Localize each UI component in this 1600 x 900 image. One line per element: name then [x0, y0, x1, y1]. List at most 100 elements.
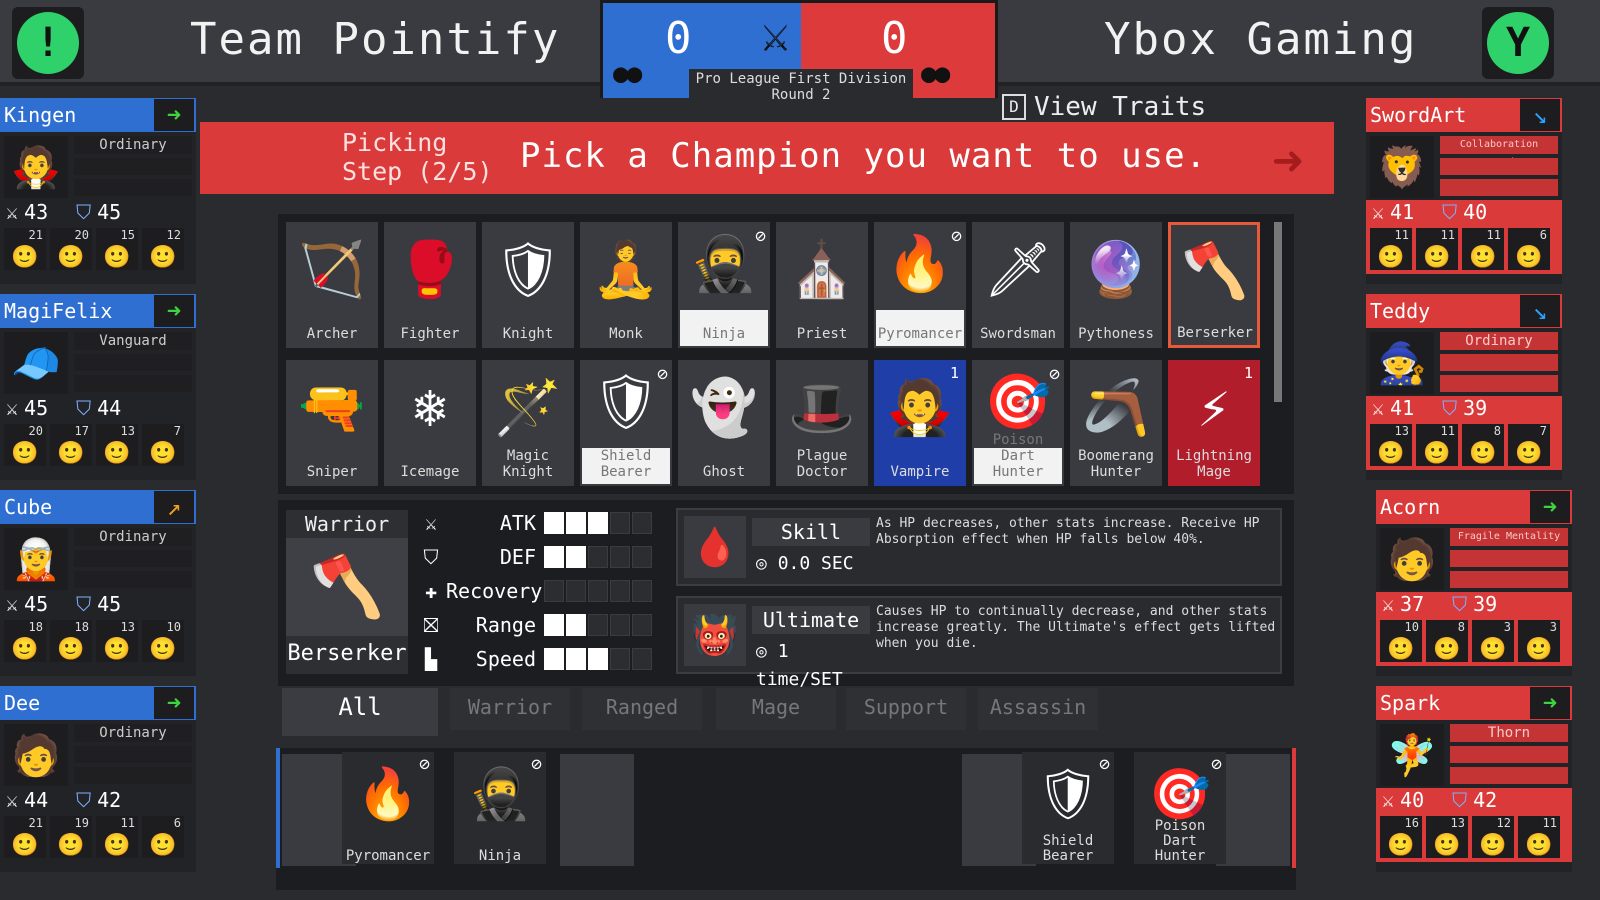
banned-champion[interactable]: 🛡 ⊘ Shield Bearer	[1022, 752, 1114, 864]
player-champion-mastery: 12 🙂	[142, 228, 184, 270]
left-side-marker	[276, 748, 280, 868]
champion-priest[interactable]: ⛪ Priest	[776, 222, 868, 348]
player-name: Kingen	[4, 103, 77, 127]
player-card-kingen[interactable]: Kingen ➜ 🧛 Ordinary ⚔ 43 ⛉ 45 21 🙂 20 🙂 15 🙂 1…	[0, 98, 196, 284]
champion-fighter[interactable]: 🥊 Fighter	[384, 222, 476, 348]
assign-arrow-icon[interactable]: ➜	[1530, 687, 1570, 719]
stat-list: ⚔ ATK ⛉ DEF ✚ Recovery ⛝ Range ▙ Speed	[416, 506, 652, 676]
champion-name: Swordsman	[980, 326, 1056, 342]
player-def: 45	[97, 200, 122, 224]
stat-pip	[610, 614, 630, 636]
champion-monk[interactable]: 🧘 Monk	[580, 222, 672, 348]
player-card-cube[interactable]: Cube ↗ 🧝 Ordinary ⚔ 45 ⛉ 45 18 🙂 18 🙂 13 🙂 10 🙂	[0, 490, 196, 676]
player-stats: ⚔ 45 ⛉ 45	[0, 592, 196, 616]
banned-champion[interactable]: 🔥 ⊘ Pyromancer	[342, 752, 434, 864]
champion-knight[interactable]: 🛡 Knight	[482, 222, 574, 348]
right-series-dots: ●●	[921, 59, 950, 89]
ultimate-panel: 👹 Ultimate ◎ 1 time/SET Causes HP to con…	[676, 596, 1282, 690]
champion-face-icon: 🙂	[1525, 833, 1553, 858]
player-trait: Vanguard	[74, 332, 192, 392]
filter-tab-assassin[interactable]: Assassin	[978, 688, 1098, 730]
player-header: SwordArt ↘	[1366, 98, 1562, 132]
champion-ghost[interactable]: 👻 Ghost	[678, 360, 770, 486]
champion-face-icon: 🙂	[149, 637, 177, 662]
banned-champion[interactable]: 🎯 ⊘ Poison Dart Hunter	[1134, 752, 1226, 864]
champion-boomerang-hunter[interactable]: 🪃 Boomerang Hunter	[1070, 360, 1162, 486]
champion-berserker[interactable]: 🪓 Berserker	[1168, 222, 1260, 348]
enraged-warrior-icon: 👹	[684, 604, 746, 666]
player-avatar: 🧙	[1370, 332, 1434, 394]
champion-name: Vampire	[890, 464, 950, 480]
keyboard-d-icon: D	[1002, 94, 1026, 120]
champion-pythoness[interactable]: 🔮 Pythoness	[1070, 222, 1162, 348]
assign-arrow-icon[interactable]: ↘	[1520, 99, 1560, 131]
skill-panel: 🩸 Skill ◎ 0.0 SEC As HP decreases, other…	[676, 508, 1282, 586]
filter-tab-support[interactable]: Support	[846, 688, 966, 730]
left-team-name: Team Pointify	[190, 14, 561, 65]
champion-lightning-mage[interactable]: ⚡ 1 Lightning Mage	[1168, 360, 1260, 486]
shield-icon: ⛉	[1442, 396, 1458, 420]
player-champion-mastery: 13 🙂	[96, 620, 138, 662]
player-champion-mastery: 19 🙂	[50, 816, 92, 858]
banned-icon: ⊘	[419, 754, 430, 775]
player-name: Acorn	[1380, 495, 1441, 519]
player-card-acorn[interactable]: Acorn ➜ 🧑 Fragile Mentality ⚔ 37 ⛉ 39 10…	[1376, 490, 1572, 676]
player-avatar: 🧚	[1380, 724, 1444, 786]
player-card-magifelix[interactable]: MagiFelix ➜ 🧢 Vanguard ⚔ 45 ⛉ 44 20 🙂 17 🙂 1…	[0, 294, 196, 480]
player-name: Dee	[4, 691, 41, 715]
champion-face-icon: 🙂	[1423, 441, 1451, 466]
skill-cooldown: ◎ 0.0 SEC	[756, 553, 854, 574]
view-traits-button[interactable]: D View Traits	[1002, 92, 1206, 122]
champion-face-icon: 🙂	[103, 245, 131, 270]
assign-arrow-icon[interactable]: ➜	[154, 687, 194, 719]
champion-swordsman[interactable]: 🗡 Swordsman	[972, 222, 1064, 348]
assign-arrow-icon[interactable]: ➜	[154, 295, 194, 327]
filter-tab-ranged[interactable]: Ranged	[582, 688, 702, 730]
player-avatar: 🦁	[1370, 136, 1434, 198]
champion-archer[interactable]: 🏹 Archer	[286, 222, 378, 348]
banned-icon: ⊘	[1099, 754, 1110, 775]
filter-tab-all[interactable]: All	[282, 688, 438, 736]
assign-arrow-icon[interactable]: ↘	[1520, 295, 1560, 327]
champion-shield-bearer[interactable]: 🛡 ⊘ Shield Bearer	[580, 360, 672, 486]
player-champion-mastery: 15 🙂	[96, 228, 138, 270]
player-card-swordart[interactable]: SwordArt ↘ 🦁 Collaboration attack ⚔ 41 ⛉…	[1366, 98, 1562, 284]
champion-ninja[interactable]: 🥷 ⊘ Ninja	[678, 222, 770, 348]
champion-vampire[interactable]: 🧛 1 Vampire	[874, 360, 966, 486]
champion-poison-dart-hunter[interactable]: 🎯 ⊘ Poison Dart Hunter	[972, 360, 1064, 486]
empty-slot	[1216, 754, 1290, 866]
stat-pip	[610, 580, 630, 602]
player-champion-mastery: 11 🙂	[1462, 228, 1504, 270]
player-name: Cube	[4, 495, 53, 519]
scoreboard: 0 0 ⚔ ●● ●● Pro League First Division Ro…	[600, 0, 998, 103]
player-def: 40	[1463, 200, 1488, 224]
champion-plague-doctor[interactable]: 🎩 Plague Doctor	[776, 360, 868, 486]
champion-face-icon: 🙂	[1423, 245, 1451, 270]
champion-grid-scrollbar[interactable]	[1274, 222, 1282, 402]
filter-tab-mage[interactable]: Mage	[716, 688, 836, 730]
champion-pyromancer[interactable]: 🔥 ⊘ Pyromancer	[874, 222, 966, 348]
player-champion-mastery: 18 🙂	[4, 620, 46, 662]
player-body: 🧑 Fragile Mentality	[1376, 524, 1572, 592]
banned-icon: ⊘	[755, 226, 766, 247]
champion-name: Sniper	[306, 464, 358, 480]
player-header: Spark ➜	[1376, 686, 1572, 720]
stat-pip	[544, 648, 564, 670]
banned-champion[interactable]: 🥷 ⊘ Ninja	[454, 752, 546, 864]
player-card-dee[interactable]: Dee ➜ 🧑 Ordinary ⚔ 44 ⛉ 42 21 🙂 19 🙂 11 🙂 6 🙂	[0, 686, 196, 872]
assign-arrow-icon[interactable]: ➜	[1530, 491, 1570, 523]
player-card-teddy[interactable]: Teddy ↘ 🧙 Ordinary ⚔ 41 ⛉ 39 13 🙂 11 🙂 8 🙂 7 🙂	[1366, 294, 1562, 480]
player-champion-mastery: 7 🙂	[142, 424, 184, 466]
player-card-spark[interactable]: Spark ➜ 🧚 Thorn ⚔ 40 ⛉ 42 16 🙂 13 🙂 12 🙂 11 🙂	[1376, 686, 1572, 872]
sword-icon: ⚔	[6, 592, 19, 616]
champion-icemage[interactable]: ❄ Icemage	[384, 360, 476, 486]
shield-icon: ⛉	[76, 396, 92, 420]
assign-arrow-icon[interactable]: ➜	[154, 99, 194, 131]
filter-tab-warrior[interactable]: Warrior	[450, 688, 570, 730]
arrow-right-icon: ➜	[1272, 132, 1304, 192]
assign-arrow-icon[interactable]: ↗	[154, 491, 194, 523]
champion-magic-knight[interactable]: 🪄 Magic Knight	[482, 360, 574, 486]
champion-sniper[interactable]: 🔫 Sniper	[286, 360, 378, 486]
champion-sprite-icon: 🏹	[298, 238, 366, 301]
player-def: 45	[97, 592, 122, 616]
